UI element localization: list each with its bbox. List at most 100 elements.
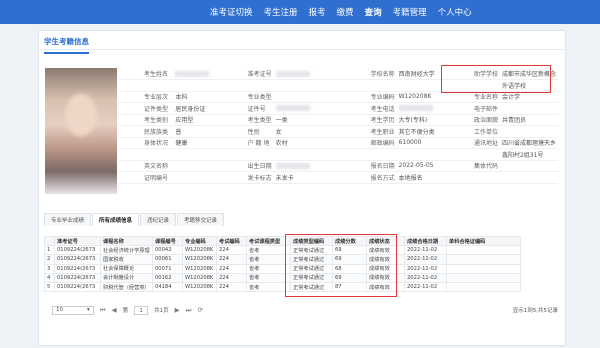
table-cell: 04184 [152,281,183,293]
info-value: 应用型 [173,114,222,126]
table-cell: 会计制度设计 [100,272,153,283]
table-row[interactable]: 3 0109224(2673 社会保障概论 00071 W120208K 224 省考 正常考… [44,263,521,274]
info-label [344,79,397,92]
info-value [499,102,558,115]
table-cell: 2022-11-02 [404,272,447,283]
nav-switch-admission[interactable]: 准考证切换 [210,6,253,18]
nav-personal[interactable]: 个人中心 [438,6,472,18]
tab-graduation-grades[interactable]: 专业毕业成绩 [44,213,92,226]
tab-all-grades[interactable]: 所有成绩信息 [92,213,140,226]
info-label: 民族族类 [118,125,174,138]
info-label: 学校名称 [344,68,397,80]
table-cell: 2022-11-02 [404,245,447,256]
info-value [273,91,345,103]
grid-header-cell[interactable]: 考试课程类型 [246,235,291,247]
grid-header-cell[interactable]: 课程编号 [152,235,183,247]
card-title-tab[interactable]: 学生考籍信息 [44,36,89,54]
info-label: 准考证号 [221,68,274,80]
table-row[interactable]: 5 0109224(2673 财税代管（经营类） 04184 W120208K 224 省考… [44,281,521,293]
info-label: 邮政编码 [344,137,397,149]
info-value: 居民身份证 [173,102,222,115]
prev-page-icon[interactable]: ◀ [112,306,117,314]
redacted-value [275,70,310,77]
highlight-school-box [441,65,551,93]
table-row[interactable]: 4 0109224(2673 会计制度设计 00162 W120208K 224 省考 正常考… [44,272,521,283]
nav-apply[interactable]: 报考 [309,6,326,18]
info-value [396,148,448,161]
info-label: 政治面貌 [447,114,500,126]
info-label: 工作单位 [447,125,500,138]
info-value: 健康 [173,137,222,149]
grid-header-cell[interactable] [44,235,55,247]
info-label [221,148,274,161]
info-label [118,148,174,161]
redacted-value [398,105,433,112]
table-cell: 4 [44,272,55,283]
grid-header-cell[interactable]: 课程名称 [100,235,153,247]
grid-header-cell[interactable]: 成绩合格日期 [404,235,447,247]
student-photo [45,68,117,194]
table-cell: W120208K [182,254,217,265]
refresh-icon[interactable]: ⟳ [198,306,203,314]
info-label: 考生职业 [344,125,397,138]
table-cell: 2022-11-02 [404,254,447,265]
table-cell: 0109224(2673 [54,263,101,274]
info-label: 专业编码 [344,91,397,103]
table-cell: 00071 [152,263,183,274]
page-size-select[interactable]: 10 ▾ [52,305,94,315]
highlight-grade-columns-box [285,234,397,297]
redacted-value [175,70,210,77]
info-value [273,79,345,92]
page-prefix: 第 [122,308,129,314]
next-page-icon[interactable]: ▶ [175,306,180,314]
table-row[interactable]: 1 0109224(2673 社会经济统计学原理 00042 W120208K 224 省考… [44,245,521,256]
table-cell: 2 [44,254,55,265]
grades-table: 准考证号 课程名称 课程编号 专业编码 考试编码 考试课程类型 成绩类型编码 成绩分数 成绩状态… [44,235,521,293]
nav-pay[interactable]: 缴费 [337,6,354,18]
table-cell: W120208K [182,263,217,274]
info-value: 本地报名 [396,171,448,184]
table-cell: 省考 [246,281,291,293]
grid-header-cell[interactable]: 准考证号 [54,235,101,247]
page-suffix: 共1页 [154,308,169,314]
photo-face-blur [65,94,97,136]
table-cell: 224 [216,281,247,293]
info-label: 通讯地址 [447,137,500,149]
info-value: 本科 [173,91,222,103]
sub-tabs: 专业毕业成绩 所有成绩信息 违纪记录 考籍移交记录 [44,213,225,226]
info-value [499,125,558,138]
grid-header-cell[interactable]: 专业编码 [182,235,217,247]
table-cell: 省考 [246,245,291,256]
table-cell: 0109224(2673 [54,245,101,256]
first-page-icon[interactable]: ⏮ [100,306,106,315]
table-row[interactable]: 2 0109224(2673 国家税收 00061 W120208K 224 省考 正常考试通… [44,254,521,265]
record-summary: 显示1到5,共5记录 [512,308,558,314]
pagination: 10 ▾ ⏮ ◀ 第 1 共1页 ▶ ⏭ ⟳ 显示1到5,共5记录 [52,304,558,316]
info-label: 考生电话 [344,102,397,115]
page-size-value: 10 [56,307,63,313]
page-number-input[interactable]: 1 [134,305,149,315]
info-value [499,160,558,172]
table-cell: 2022-11-02 [404,281,447,293]
grid-header-cell[interactable]: 考试编码 [216,235,247,247]
info-label [447,171,500,184]
tab-violations[interactable]: 违纪记录 [140,213,177,226]
tab-transfer-records[interactable]: 考籍移交记录 [177,213,225,226]
info-row: 民族族类普性别女考生职业 其它不便分类 工作单位 [118,125,558,138]
nav-query[interactable]: 查询 [365,6,382,18]
info-label: 电子邮件 [447,102,500,115]
table-cell: 省考 [246,254,291,265]
table-cell: 224 [216,263,247,274]
info-label: 证件类型 [118,102,174,115]
info-label: 专业类型 [221,91,274,103]
table-cell [446,245,521,256]
table-cell: 国家税收 [100,254,153,265]
table-cell: 5 [44,281,55,293]
last-page-icon[interactable]: ⏭ [186,306,192,315]
nav-register[interactable]: 考生注册 [264,6,298,18]
nav-records[interactable]: 考籍管理 [393,6,427,18]
info-value [173,171,222,184]
grid-header-cell[interactable]: 单科合格证编码 [446,235,521,247]
table-cell: 1 [44,245,55,256]
table-cell: 00042 [152,245,183,256]
